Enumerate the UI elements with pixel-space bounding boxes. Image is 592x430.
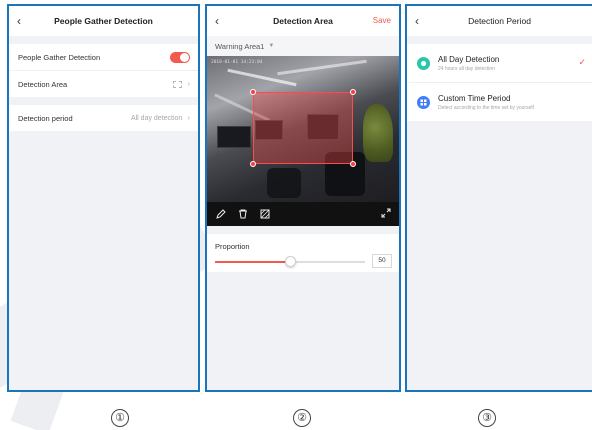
- chevron-right-icon: ›: [187, 113, 190, 122]
- detection-period-value: All day detection: [130, 114, 183, 122]
- option-subtitle: Detect according to the time set by your…: [438, 104, 534, 111]
- office-chair: [267, 168, 301, 198]
- fullscreen-icon[interactable]: [381, 208, 391, 218]
- slider-knob[interactable]: [285, 256, 296, 267]
- proportion-block: Proportion 50: [207, 234, 399, 272]
- region-handle-top-right[interactable]: [350, 89, 356, 95]
- chevron-left-icon[interactable]: ‹: [415, 15, 424, 27]
- chevron-left-icon[interactable]: ‹: [215, 15, 224, 27]
- pencil-icon[interactable]: [215, 208, 227, 220]
- detection-period-screen: ‹ Detection Period All Day Detection 24 …: [405, 4, 592, 392]
- option-custom-period[interactable]: Custom Time Period Detect according to t…: [407, 83, 592, 121]
- option-title: Custom Time Period: [438, 93, 511, 103]
- ceiling-light: [277, 59, 367, 76]
- save-button[interactable]: Save: [373, 16, 391, 25]
- trash-icon[interactable]: [237, 208, 249, 220]
- page-title: Detection Area: [273, 16, 333, 26]
- proportion-value[interactable]: 50: [372, 254, 392, 268]
- clear-area-icon[interactable]: [259, 208, 271, 220]
- people-gather-label: People Gather Detection: [18, 52, 101, 62]
- draw-toolbar: [207, 202, 399, 226]
- proportion-slider[interactable]: [215, 256, 365, 267]
- step-label-1: ①: [111, 409, 129, 427]
- region-handle-bottom-right[interactable]: [350, 161, 356, 167]
- detection-area-row[interactable]: Detection Area ›: [9, 71, 198, 97]
- people-gather-toggle[interactable]: [170, 51, 190, 63]
- caret-down-icon: ▼: [268, 43, 275, 49]
- option-subtitle: 24 hours all day detection: [438, 65, 495, 72]
- page-title: People Gather Detection: [54, 16, 153, 26]
- nav-bar: ‹ People Gather Detection: [9, 6, 198, 36]
- chevron-right-icon: ›: [187, 79, 190, 88]
- option-all-day[interactable]: All Day Detection 24 hours all day detec…: [407, 44, 592, 82]
- detection-period-label: Detection period: [18, 113, 73, 123]
- toggle-knob: [180, 52, 189, 62]
- people-gather-toggle-row[interactable]: People Gather Detection: [9, 44, 198, 70]
- chevron-left-icon[interactable]: ‹: [17, 15, 26, 27]
- office-monitor: [217, 126, 251, 148]
- proportion-label: Proportion: [215, 242, 250, 251]
- nav-bar: ‹ Detection Period: [407, 6, 592, 36]
- region-handle-top-left[interactable]: [250, 89, 256, 95]
- detection-region[interactable]: [250, 89, 356, 167]
- detection-area-label: Detection Area: [18, 79, 68, 89]
- region-handle-bottom-left[interactable]: [250, 161, 256, 167]
- video-timestamp: 2018-01-01 14:21:04: [211, 60, 263, 65]
- plant: [363, 104, 393, 162]
- checkmark-icon: ✓: [578, 57, 586, 67]
- step-label-3: ③: [478, 409, 496, 427]
- detection-period-row[interactable]: Detection period All day detection ›: [9, 105, 198, 131]
- warning-area-label: Warning Area1: [215, 41, 265, 51]
- people-gather-screen: ‹ People Gather Detection People Gather …: [7, 4, 200, 392]
- warning-area-select[interactable]: Warning Area1 ▼: [207, 36, 399, 56]
- slider-fill: [215, 261, 290, 263]
- nav-bar: ‹ Detection Area Save: [207, 6, 399, 36]
- option-title: All Day Detection: [438, 54, 500, 64]
- step-label-2: ②: [293, 409, 311, 427]
- page-title: Detection Period: [468, 16, 531, 26]
- area-icon: [173, 80, 183, 88]
- custom-period-icon: [417, 95, 430, 109]
- detection-area-screen: ‹ Detection Area Save Warning Area1 ▼ 20…: [205, 4, 401, 392]
- all-day-icon: [417, 56, 430, 70]
- camera-preview[interactable]: 2018-01-01 14:21:04: [207, 56, 399, 202]
